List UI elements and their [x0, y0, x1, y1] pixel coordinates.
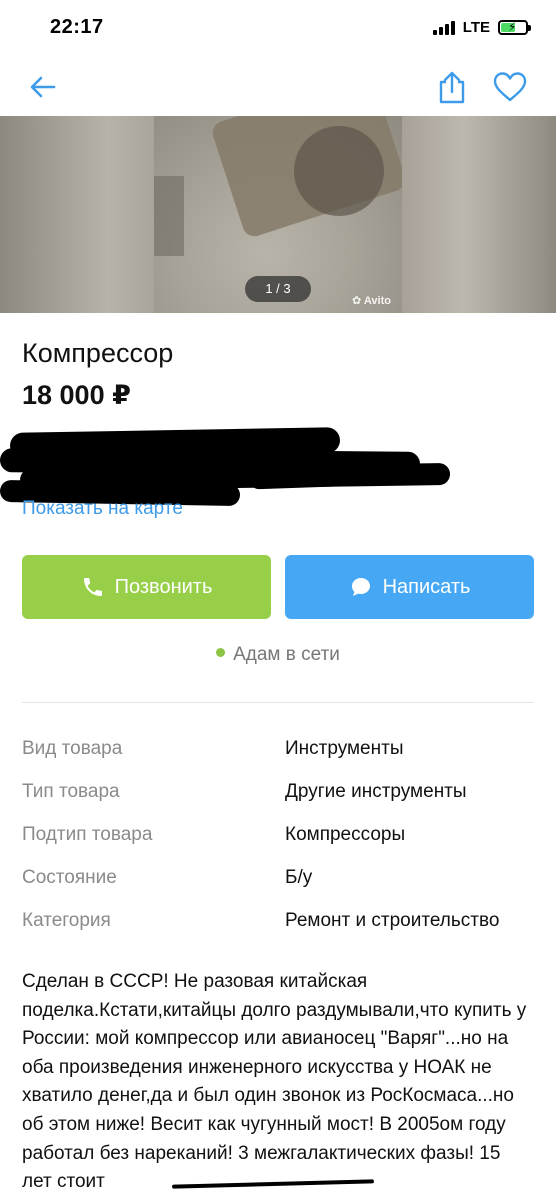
listing-price: 18 000 ₽: [22, 380, 131, 410]
phone-icon: [83, 578, 102, 596]
heart-icon[interactable]: [492, 71, 528, 103]
param-row: Подтип товара Компрессоры: [22, 819, 542, 862]
seller-online-status: Адам в сети: [0, 644, 556, 666]
call-button[interactable]: Позвонить: [22, 555, 271, 619]
param-value: Инструменты: [285, 738, 404, 759]
online-dot-icon: [216, 648, 226, 658]
photo-counter: 1 / 3: [245, 276, 311, 302]
signal-strength-icon: [432, 20, 455, 35]
show-on-map-link[interactable]: Показать на карте: [22, 498, 183, 520]
listing-params: Вид товара Инструменты Тип товара Другие…: [22, 733, 542, 948]
write-button-label: Написать: [382, 575, 471, 598]
status-bar: 22:17 LTE ⚡: [0, 0, 556, 58]
write-button[interactable]: Написать: [285, 555, 534, 619]
arrow-left-icon[interactable]: [28, 72, 58, 102]
param-value: Другие инструменты: [285, 781, 467, 802]
listing-description: Сделан в СССР! Не разовая китайская поде…: [22, 971, 527, 1193]
param-value: Ремонт и строительство: [285, 910, 500, 931]
gallery-blur-left: [0, 116, 154, 313]
param-value: Б/у: [285, 867, 313, 888]
gallery-blur-right: [402, 116, 556, 313]
param-value: Компрессоры: [285, 824, 406, 845]
watermark-logo: ✿ Avito: [352, 295, 391, 307]
param-row: Категория Ремонт и строительство: [22, 905, 542, 948]
param-row: Тип товара Другие инструменты: [22, 776, 542, 819]
online-status-text: Адам в сети: [233, 644, 340, 665]
nav-bar: [0, 58, 556, 116]
share-icon[interactable]: [436, 70, 468, 104]
network-type: LTE: [462, 19, 490, 36]
watermark-text: Avito: [363, 295, 391, 307]
param-label: Тип товара: [22, 781, 120, 802]
battery-icon: ⚡: [498, 20, 531, 35]
listing-title: Компрессор: [22, 338, 174, 368]
param-row: Вид товара Инструменты: [22, 733, 542, 776]
param-row: Состояние Б/у: [22, 862, 542, 905]
param-label: Подтип товара: [22, 824, 153, 845]
param-label: Состояние: [22, 867, 117, 888]
divider: [22, 702, 534, 703]
status-indicators: LTE ⚡: [432, 19, 531, 36]
chat-bubble-icon: [351, 578, 370, 596]
status-time: 22:17: [50, 16, 104, 38]
call-button-label: Позвонить: [114, 575, 213, 598]
param-label: Категория: [22, 910, 111, 931]
param-label: Вид товара: [22, 738, 123, 759]
